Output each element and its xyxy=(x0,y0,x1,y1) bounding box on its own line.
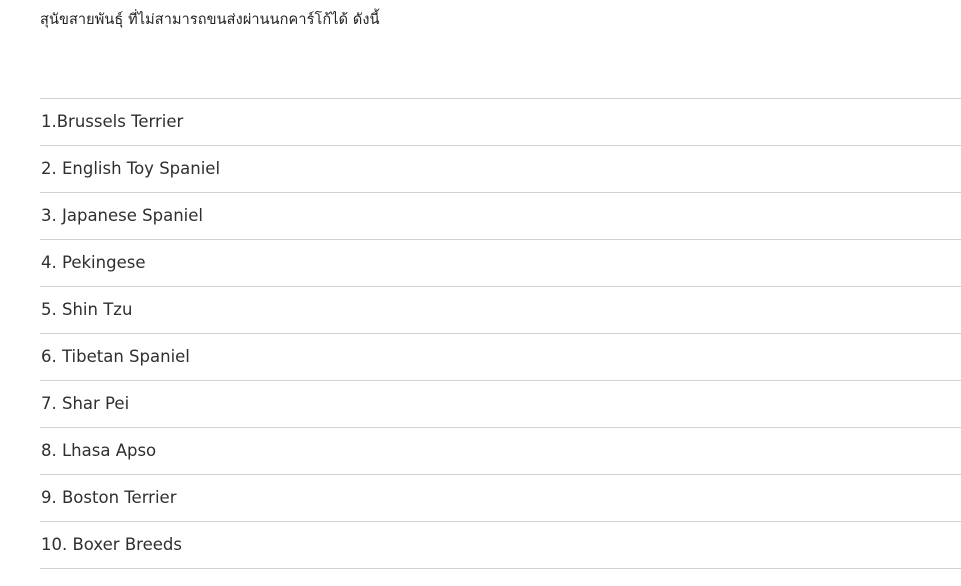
breed-cell-left: 10. Boxer Breeds xyxy=(40,521,594,569)
breed-cell-right: 18. French Bulldog xyxy=(594,427,961,475)
table-row: 8. Lhasa Apso 18. French Bulldog xyxy=(40,427,961,475)
table-row: 6. Tibetan Spaniel 16. American Pitbull … xyxy=(40,333,961,381)
breed-cell-left: 3. Japanese Spaniel xyxy=(40,192,594,240)
table-row: 9. Boston Terrier 19. Pit bull xyxy=(40,474,961,522)
breed-label: 7. Shar Pei xyxy=(41,394,130,413)
breed-label: 5. Shin Tzu xyxy=(41,300,133,319)
page-root: สุนัขสายพันธุ์ ที่ไม่สามารถขนส่งผ่านนกคา… xyxy=(0,0,961,586)
breed-cell-right: 3. Japanese Spaniel xyxy=(594,239,961,287)
breed-label: 6. Tibetan Spaniel xyxy=(41,347,190,366)
breed-cell-left: 8. Lhasa Apso xyxy=(40,427,594,475)
table-row: 10. Boxer Breeds 20. Satffordshire Bull … xyxy=(40,521,961,569)
page-intro-text: สุนัขสายพันธุ์ ที่ไม่สามารถขนส่งผ่านนกคา… xyxy=(40,12,380,28)
breed-cell-left: 1.Brussels Terrier xyxy=(40,98,594,146)
breed-cell-right: 17. English Bulldog xyxy=(594,380,961,428)
breed-label: 3. Japanese Spaniel xyxy=(41,206,203,225)
breed-cell-right: 20. Satffordshire Bull Terrier xyxy=(594,521,961,569)
breed-cell-right: 15. American Bulldog xyxy=(594,286,961,334)
table-row: 7. Shar Pei 17. English Bulldog xyxy=(40,380,961,428)
breed-cell-left: 6. Tibetan Spaniel xyxy=(40,333,594,381)
breed-cell-left: 4. Pekingese xyxy=(40,239,594,287)
breed-label: 1.Brussels Terrier xyxy=(41,112,184,131)
breed-cell-right: 13. Chow Chow xyxy=(594,192,961,240)
table-row: 3. Japanese Spaniel 13. Chow Chow xyxy=(40,192,961,240)
table-row: 2. English Toy Spaniel 12. Pug Breeds xyxy=(40,145,961,193)
breed-label: 2. English Toy Spaniel xyxy=(41,159,221,178)
breed-cell-right: 12. Pug Breeds xyxy=(594,145,961,193)
breed-cell-right: 19. Pit bull xyxy=(594,474,961,522)
table-row: 5. Shin Tzu 15. American Bulldog xyxy=(40,286,961,334)
breed-label: 4. Pekingese xyxy=(41,253,146,272)
table-row: 4. Pekingese 3. Japanese Spaniel xyxy=(40,239,961,287)
breed-cell-left: 7. Shar Pei xyxy=(40,380,594,428)
table-row: 1.Brussels Terrier 12. Pug Breeds xyxy=(40,98,961,146)
breed-cell-left: 9. Boston Terrier xyxy=(40,474,594,522)
breed-label: 9. Boston Terrier xyxy=(41,488,177,507)
breed-cell-right: 16. American Pitbull Terrier xyxy=(594,333,961,381)
breed-label: 8. Lhasa Apso xyxy=(41,441,157,460)
breed-cell-left: 2. English Toy Spaniel xyxy=(40,145,594,193)
breed-cell-left: 5. Shin Tzu xyxy=(40,286,594,334)
table-body: 1.Brussels Terrier 12. Pug Breeds 2. Eng… xyxy=(40,98,961,569)
breed-cell-right: 12. Pug Breeds xyxy=(594,98,961,146)
restricted-breeds-table: 1.Brussels Terrier 12. Pug Breeds 2. Eng… xyxy=(40,98,961,569)
breed-label: 10. Boxer Breeds xyxy=(41,535,182,554)
